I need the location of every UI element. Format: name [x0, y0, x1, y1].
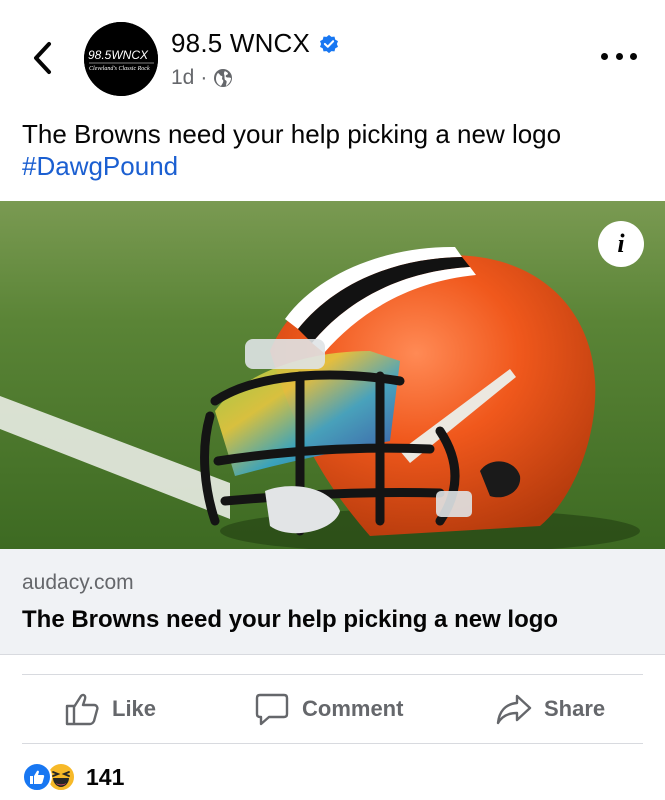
page-name[interactable]: 98.5 WNCX	[171, 28, 310, 59]
post-body: The Browns need your help picking a new …	[22, 119, 562, 149]
chevron-left-icon	[34, 42, 51, 74]
page-avatar[interactable]: 98.5WNCX Cleveland's Classic Rock	[84, 22, 158, 96]
back-button[interactable]	[26, 38, 58, 78]
meta-separator: ·	[200, 66, 208, 89]
verified-badge-icon	[320, 34, 339, 53]
share-arrow-icon	[496, 694, 532, 725]
post-text: The Browns need your help picking a new …	[22, 118, 642, 182]
avatar-tagline: Cleveland's Classic Rock	[89, 66, 150, 72]
hashtag-link[interactable]: #DawgPound	[22, 150, 642, 182]
action-bar: Like Comment Share	[0, 676, 665, 742]
actions-divider-bottom	[22, 743, 643, 744]
post-header: 98.5WNCX Cleveland's Classic Rock 98.5 W…	[0, 0, 665, 110]
link-title: The Browns need your help picking a new …	[22, 606, 559, 633]
like-label: Like	[112, 696, 157, 721]
comment-button[interactable]: Comment	[254, 690, 403, 728]
comment-label: Comment	[302, 696, 404, 721]
share-button[interactable]: Share	[496, 690, 605, 728]
thumbs-up-small-icon	[30, 770, 45, 784]
comment-bubble-icon	[255, 693, 289, 726]
share-label: Share	[544, 696, 606, 721]
page-name-row: 98.5 WNCX	[171, 28, 340, 59]
info-button[interactable]: i	[598, 221, 644, 267]
post-meta: 1d ·	[171, 66, 233, 90]
helmet-photo	[0, 201, 665, 549]
link-domain: audacy.com	[22, 571, 134, 594]
like-button[interactable]: Like	[64, 690, 156, 728]
reaction-count: 141	[86, 763, 125, 790]
globe-icon	[214, 69, 233, 87]
post-image[interactable]: i	[0, 201, 665, 549]
like-reaction-icon	[22, 762, 52, 792]
thumbs-up-icon	[65, 693, 99, 726]
post-time[interactable]: 1d	[171, 66, 194, 90]
actions-divider-top	[22, 674, 643, 675]
link-preview-card[interactable]: audacy.com The Browns need your help pic…	[0, 549, 665, 655]
station-logo: 98.5WNCX Cleveland's Classic Rock	[84, 22, 158, 96]
more-dot-icon	[630, 52, 637, 60]
more-dot-icon	[601, 52, 608, 60]
more-options-button[interactable]	[601, 46, 637, 66]
more-dot-icon	[615, 52, 623, 60]
reactions-summary[interactable]: 141	[22, 762, 124, 792]
